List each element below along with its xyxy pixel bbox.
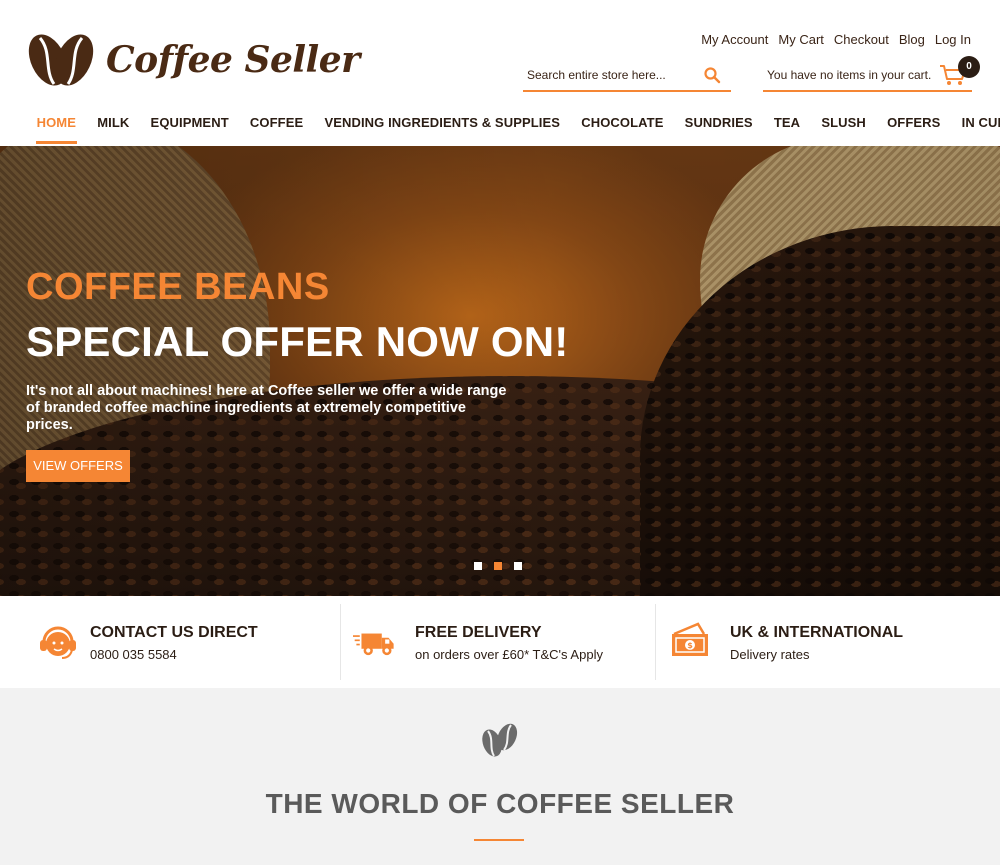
headset-icon	[40, 626, 76, 659]
search-input[interactable]	[527, 68, 697, 82]
coffee-beans-logo-icon	[28, 34, 94, 86]
feature-subtitle: 0800 035 5584	[90, 647, 177, 662]
my-account-link[interactable]: My Account	[701, 32, 768, 47]
coffee-beans-icon	[482, 723, 518, 757]
feature-subtitle: on orders over £60* T&C's Apply	[415, 647, 603, 662]
feature-international[interactable]: $ UK & INTERNATIONAL Delivery rates	[655, 604, 1000, 680]
nav-item-milk[interactable]: MILK	[87, 110, 140, 144]
slider-dot[interactable]	[514, 562, 522, 570]
hero-headline: SPECIAL OFFER NOW ON!	[26, 318, 569, 365]
hero-body: It's not all about machines! here at Cof…	[26, 383, 507, 433]
nav-item-tea[interactable]: TEA	[763, 110, 811, 144]
top-links: My Account My Cart Checkout Blog Log In	[701, 32, 971, 47]
cart-count-badge: 0	[958, 56, 980, 78]
slider-dot-active[interactable]	[494, 562, 502, 570]
feature-title: UK & INTERNATIONAL	[730, 624, 904, 641]
hero-banner: COFFEE BEANS SPECIAL OFFER NOW ON! It's …	[0, 146, 1000, 596]
nav-item-vending[interactable]: VENDING INGREDIENTS & SUPPLIES	[314, 110, 571, 144]
feature-contact[interactable]: CONTACT US DIRECT 0800 035 5584	[0, 596, 340, 688]
section-title: THE WORLD OF COFFEE SELLER	[265, 788, 735, 819]
nav-item-in-cup[interactable]: IN CUP	[951, 110, 1000, 144]
logo-text: Coffee Seller	[106, 39, 360, 81]
section-divider	[474, 839, 524, 841]
nav-item-slush[interactable]: SLUSH	[811, 110, 877, 144]
hero-kicker: COFFEE BEANS	[26, 266, 330, 308]
slider-dot[interactable]	[474, 562, 482, 570]
checkout-link[interactable]: Checkout	[834, 32, 889, 47]
delivery-truck-icon	[353, 633, 394, 656]
money-icon: $	[672, 622, 708, 656]
nav-item-home[interactable]: HOME	[26, 110, 87, 144]
features-bar: CONTACT US DIRECT 0800 035 5584 FREE DEL…	[0, 596, 1000, 688]
main-nav: HOME MILK EQUIPMENT COFFEE VENDING INGRE…	[26, 110, 1000, 144]
nav-item-offers[interactable]: OFFERS	[877, 110, 952, 144]
log-in-link[interactable]: Log In	[935, 32, 971, 47]
view-offers-button[interactable]: VIEW OFFERS	[26, 450, 130, 482]
search-icon[interactable]	[703, 66, 721, 84]
world-section: THE WORLD OF COFFEE SELLER	[0, 688, 1000, 865]
search-bar	[523, 60, 731, 92]
site-header: Coffee Seller My Account My Cart Checkou…	[0, 0, 1000, 146]
mini-cart[interactable]: You have no items in your cart.	[763, 60, 972, 92]
nav-item-equipment[interactable]: EQUIPMENT	[140, 110, 239, 144]
svg-text:$: $	[687, 641, 693, 650]
feature-delivery[interactable]: FREE DELIVERY on orders over £60* T&C's …	[340, 604, 655, 680]
nav-item-sundries[interactable]: SUNDRIES	[674, 110, 763, 144]
my-cart-link[interactable]: My Cart	[778, 32, 824, 47]
blog-link[interactable]: Blog	[899, 32, 925, 47]
nav-item-coffee[interactable]: COFFEE	[239, 110, 314, 144]
feature-title: CONTACT US DIRECT	[90, 624, 258, 641]
feature-subtitle: Delivery rates	[730, 647, 810, 662]
slider-dots	[474, 562, 522, 570]
feature-title: FREE DELIVERY	[415, 624, 542, 641]
logo[interactable]: Coffee Seller	[26, 30, 360, 90]
cart-message: You have no items in your cart.	[767, 68, 932, 82]
nav-item-chocolate[interactable]: CHOCOLATE	[571, 110, 674, 144]
